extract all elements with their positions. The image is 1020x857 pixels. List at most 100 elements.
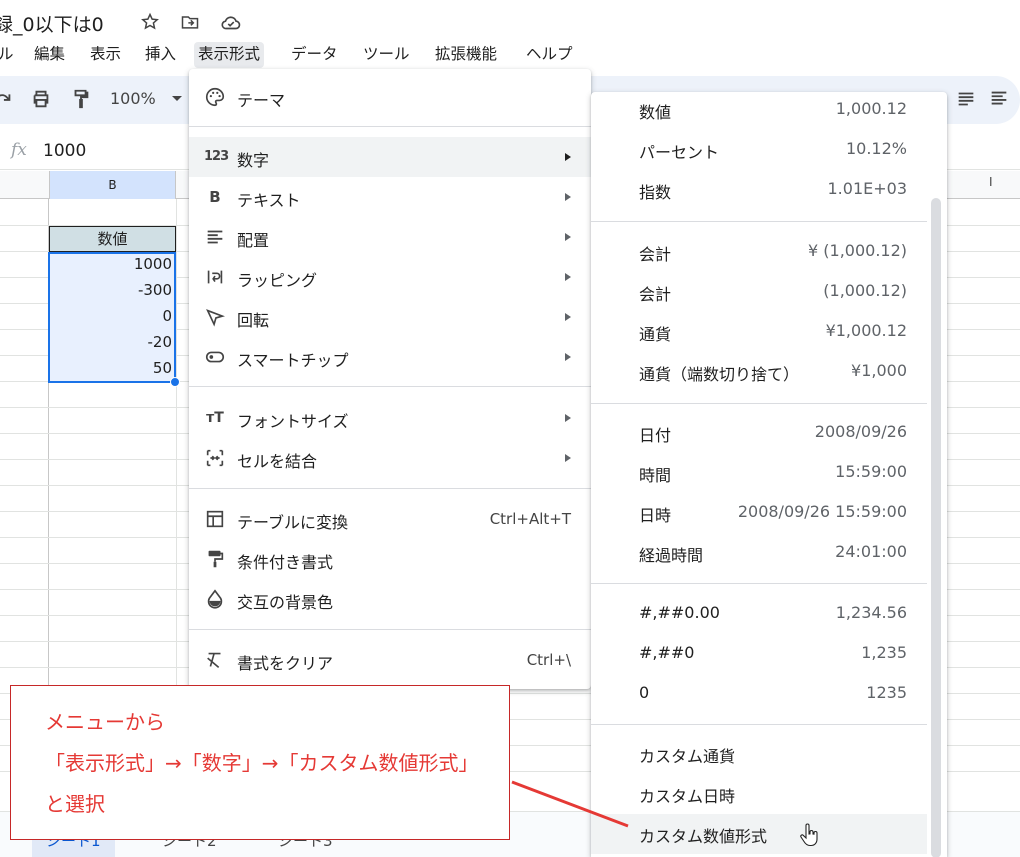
menu-item-label: テーブルに変換 xyxy=(237,513,349,532)
format-label: #,##0 xyxy=(639,643,695,662)
menu-item-merge-cells[interactable]: セルを結合 xyxy=(189,438,591,478)
format-example: 1.01E+03 xyxy=(827,179,908,198)
number-format-percent[interactable]: パーセント 10.12% xyxy=(591,130,927,170)
menu-item-label: 交互の背景色 xyxy=(237,593,334,612)
paint-roller-icon xyxy=(204,548,226,570)
formula-input[interactable]: 1000 xyxy=(43,141,86,161)
format-label: 数値 xyxy=(639,103,672,122)
more-formats-icon[interactable] xyxy=(955,88,977,110)
menu-item-label: スマートチップ xyxy=(237,351,349,370)
format-label: 経過時間 xyxy=(639,546,704,565)
menu-divider xyxy=(189,629,591,630)
align-icon xyxy=(204,226,226,248)
submenu-scrollbar[interactable] xyxy=(931,198,941,857)
format-example: 1,235 xyxy=(861,643,907,662)
drop-icon xyxy=(204,588,226,610)
menu-item-label: テキスト xyxy=(237,191,301,210)
submenu-arrow-icon xyxy=(565,233,571,241)
menu-format[interactable]: 表示形式 xyxy=(194,42,265,68)
menu-tools[interactable]: ツール xyxy=(359,42,414,68)
menu-item-font-size[interactable]: ᴛT フォントサイズ xyxy=(189,398,591,438)
menu-item-alignment[interactable]: 配置 xyxy=(189,217,591,257)
menu-help[interactable]: ヘルプ xyxy=(522,42,577,68)
menu-bar: ル 編集 表示 挿入 表示形式 データ ツール 拡張機能 ヘルプ xyxy=(0,40,1020,68)
menu-file[interactable]: ル xyxy=(0,42,18,68)
number-format-currency-rounded[interactable]: 通貨（端数切り捨て） ¥1,000 xyxy=(591,352,927,392)
document-title[interactable]: 録_0以下は0 xyxy=(0,10,104,37)
menu-view[interactable]: 表示 xyxy=(86,42,125,68)
menu-item-label: テーマ xyxy=(237,91,286,110)
zoom-caret-icon[interactable] xyxy=(172,96,182,101)
callout-line-3: と選択 xyxy=(45,792,105,816)
move-to-folder-icon[interactable] xyxy=(180,12,200,32)
number-format-date[interactable]: 日付 2008/09/26 xyxy=(591,413,927,453)
format-label: 指数 xyxy=(639,183,672,202)
number-format-custom-currency[interactable]: カスタム通貨 xyxy=(591,734,927,774)
format-example: (1,000.12) xyxy=(823,281,907,300)
print-icon[interactable] xyxy=(30,88,52,110)
number-format-custom-integer[interactable]: #,##0 1,235 xyxy=(591,634,927,674)
menu-item-clear-formatting[interactable]: 書式をクリア Ctrl+\ xyxy=(189,640,591,680)
align-icon[interactable] xyxy=(988,88,1010,110)
number-format-custom-number-format[interactable]: カスタム数値形式 xyxy=(591,814,927,854)
format-label: #,##0.00 xyxy=(639,603,720,622)
star-icon[interactable] xyxy=(140,12,160,32)
format-label: 日時 xyxy=(639,506,672,525)
paint-format-icon[interactable] xyxy=(70,88,92,110)
cloud-saved-icon[interactable] xyxy=(220,12,241,32)
format-label: カスタム通貨 xyxy=(639,747,736,766)
number-format-accounting-yen[interactable]: 会計 ¥ (1,000.12) xyxy=(591,232,927,272)
redo-icon[interactable] xyxy=(0,88,14,110)
menu-divider xyxy=(189,386,591,387)
menu-item-convert-to-table[interactable]: テーブルに変換 Ctrl+Alt+T xyxy=(189,499,591,539)
format-example: 2008/09/26 15:59:00 xyxy=(737,502,907,521)
number-format-datetime[interactable]: 日時 2008/09/26 15:59:00 xyxy=(591,493,927,533)
menu-data[interactable]: データ xyxy=(287,42,342,68)
menu-item-alternating-colors[interactable]: 交互の背景色 xyxy=(189,579,591,619)
instruction-callout: メニューから 「表示形式」→「数字」→「カスタム数値形式」 と選択 xyxy=(10,685,510,840)
number-format-custom-datetime[interactable]: カスタム日時 xyxy=(591,774,927,814)
menu-item-rotation[interactable]: 回転 xyxy=(189,297,591,337)
clear-format-icon xyxy=(204,649,226,671)
zoom-select[interactable]: 100% xyxy=(110,89,156,108)
format-example: 2008/09/26 xyxy=(814,422,907,441)
menu-edit[interactable]: 編集 xyxy=(30,42,69,68)
format-example: ¥ (1,000.12) xyxy=(808,241,907,260)
table-icon xyxy=(204,508,226,530)
menu-item-label: セルを結合 xyxy=(237,452,318,471)
menu-item-wrapping[interactable]: ラッピング xyxy=(189,257,591,297)
format-label: 会計 xyxy=(639,285,672,304)
cell-b2[interactable]: 数値 xyxy=(49,226,176,252)
menu-item-theme[interactable]: テーマ xyxy=(189,77,591,117)
menu-item-text[interactable]: B テキスト xyxy=(189,177,591,217)
number-123-icon: 123 xyxy=(204,149,229,164)
column-header-b[interactable]: B xyxy=(49,171,176,199)
number-format-time[interactable]: 時間 15:59:00 xyxy=(591,453,927,493)
number-format-currency[interactable]: 通貨 ¥1,000.12 xyxy=(591,312,927,352)
format-label: 0 xyxy=(639,683,650,702)
menu-item-label: ラッピング xyxy=(237,271,318,290)
menu-item-smart-chips[interactable]: スマートチップ xyxy=(189,337,591,377)
number-format-submenu: 数値 1,000.12 パーセント 10.12% 指数 1.01E+03 会計 … xyxy=(591,92,947,857)
column-header-i[interactable]: I xyxy=(989,175,993,189)
menu-item-conditional-formatting[interactable]: 条件付き書式 xyxy=(189,539,591,579)
format-example: 15:59:00 xyxy=(835,462,907,481)
number-format-number[interactable]: 数値 1,000.12 xyxy=(591,90,927,130)
menu-extensions[interactable]: 拡張機能 xyxy=(431,42,501,68)
format-example: 1,000.12 xyxy=(835,99,907,118)
number-format-accounting[interactable]: 会計 (1,000.12) xyxy=(591,272,927,312)
menu-insert[interactable]: 挿入 xyxy=(141,42,180,68)
number-format-scientific[interactable]: 指数 1.01E+03 xyxy=(591,170,927,210)
fill-handle[interactable] xyxy=(170,377,180,387)
submenu-arrow-icon xyxy=(565,414,571,422)
number-format-duration[interactable]: 経過時間 24:01:00 xyxy=(591,533,927,573)
menu-divider xyxy=(189,488,591,489)
submenu-arrow-icon xyxy=(565,353,571,361)
number-format-custom-plain[interactable]: 0 1235 xyxy=(591,674,927,714)
format-label: 日付 xyxy=(639,426,672,445)
fx-icon: fx xyxy=(11,140,27,160)
submenu-divider xyxy=(591,403,927,404)
menu-item-number[interactable]: 123 数字 xyxy=(189,137,591,177)
number-format-custom-decimal[interactable]: #,##0.00 1,234.56 xyxy=(591,594,927,634)
callout-line-2: 「表示形式」→「数字」→「カスタム数値形式」 xyxy=(45,751,479,775)
